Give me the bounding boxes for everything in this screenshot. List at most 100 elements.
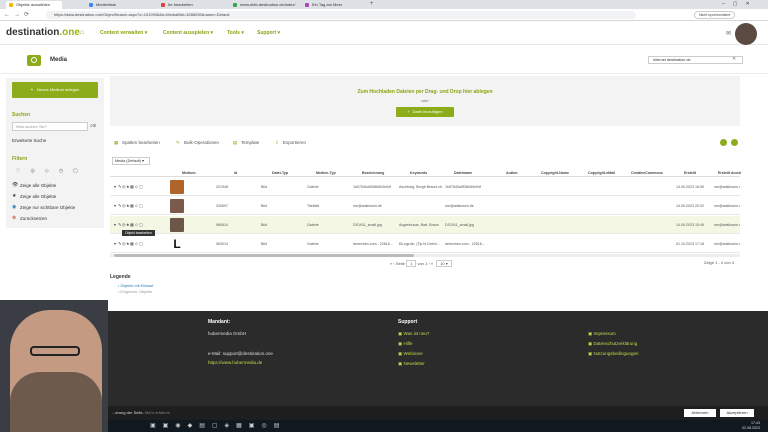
close-icon[interactable]: ✕ xyxy=(732,56,736,62)
brand-logo[interactable]: destination.one xyxy=(6,27,80,38)
footer-link[interactable]: ▣ Newsletter xyxy=(398,361,425,367)
cell-creator: me@adsilusen.de xyxy=(714,242,740,246)
scrollbar-thumb[interactable] xyxy=(114,254,414,257)
visible-icon: ◉ xyxy=(12,204,17,210)
view-select[interactable]: Media (Default) ▾ xyxy=(112,157,150,165)
per-page-select[interactable]: 10 ▾ xyxy=(436,260,452,267)
cookie-accept-button[interactable]: Akzeptieren xyxy=(720,409,754,417)
user-avatar[interactable] xyxy=(735,23,757,45)
column-header[interactable]: CreativeCommons xyxy=(631,171,663,175)
footer: hubermedia Hubermedia GmbH Gaheiplatz 5 … xyxy=(0,311,768,406)
browser-tab[interactable]: Medienliste xyxy=(86,1,148,9)
thumbnail-image[interactable] xyxy=(170,180,184,194)
nav-support[interactable]: Support ▾ xyxy=(257,30,280,36)
column-header[interactable]: Medien-Typ xyxy=(316,171,336,175)
chat-icon[interactable]: ✉ xyxy=(726,30,731,37)
window-controls[interactable]: –▢✕ xyxy=(722,1,758,7)
column-header[interactable]: Datei-Typ xyxy=(272,171,288,175)
home-icon[interactable]: ⌂ xyxy=(80,29,84,36)
filter-reset[interactable]: Zurücksetzen xyxy=(20,216,47,221)
thumbnail-image[interactable]: L xyxy=(170,237,184,251)
table-row[interactable]: ▾ ✎◎★▦☺▢ 321948 Bild Galerie 1b5754ba9f3… xyxy=(110,178,740,196)
search-icon[interactable]: ⌕⊗ xyxy=(90,123,96,129)
sidebar-search-input[interactable]: Was suchen Sie? xyxy=(12,122,88,131)
export-icon: ⇪ xyxy=(275,140,279,145)
collapse-icon[interactable] xyxy=(731,139,738,146)
browser-tab[interactable]: Ein Tag am Meer xyxy=(302,1,364,9)
column-header[interactable]: Author xyxy=(506,171,518,175)
footer-email[interactable]: e-Mail: support@destination.one xyxy=(208,351,273,356)
browser-tab[interactable]: Objekte auswählen xyxy=(6,1,62,9)
webcam-overlay xyxy=(0,300,108,432)
filter-item[interactable]: Zeige alle Objekte xyxy=(20,183,56,188)
new-tab-icon[interactable]: + xyxy=(370,1,374,7)
nav-arrows-icon[interactable]: ←→⟳ xyxy=(4,11,33,18)
plus-icon: + xyxy=(30,87,34,92)
browser-tab[interactable]: meta.ekliv.destination.de/index/ xyxy=(230,1,298,9)
plus-icon: + xyxy=(407,109,410,114)
export-button[interactable]: Exportieren xyxy=(283,140,306,145)
prev-page-icon[interactable]: ‹ xyxy=(393,261,394,266)
filter-item[interactable]: Zeige alle Objekte xyxy=(20,194,56,199)
browser-tab[interactable]: Ihr bearbeiten xyxy=(158,1,220,9)
cookie-reject-button[interactable]: Ablehnen xyxy=(684,409,716,417)
columns-icon: ▦ xyxy=(114,140,119,145)
global-search-input[interactable]: Internet destination.de xyxy=(648,56,743,64)
nav-content-verwalten[interactable]: Content verwalten ▾ xyxy=(100,30,147,36)
footer-link[interactable]: ▣ Hilfe xyxy=(398,341,413,347)
expand-icon[interactable] xyxy=(720,139,727,146)
table-row[interactable]: ▾ ✎◎★▦☺▢ 960814 Bild Galerie DS1911_smal… xyxy=(110,216,740,236)
footer-link[interactable]: ▣ Was ist neu? xyxy=(398,331,429,337)
add-file-button[interactable]: + Datei hinzufügen xyxy=(396,107,454,117)
page-input[interactable]: 1 xyxy=(406,260,417,267)
reset-icon: ⊗ xyxy=(12,215,17,221)
row-action-icons[interactable]: ▾ ✎◎★▦☺▢ xyxy=(114,184,143,189)
column-header[interactable]: Id xyxy=(234,171,237,175)
nav-content-ausspielen[interactable]: Content ausspielen ▾ xyxy=(163,30,213,36)
column-header[interactable]: Erstellt durch xyxy=(718,171,741,175)
tab-favicon-icon xyxy=(305,3,309,7)
footer-link[interactable]: https://www.hubermedia.de xyxy=(208,360,262,365)
filter-item[interactable]: Zeige nur sichtbare Objekte xyxy=(20,205,75,210)
sidebar: + Neues Medium anlegen Suchen Was suchen … xyxy=(6,78,104,228)
footer-link[interactable]: ▣ Nutzungsbedingungen xyxy=(588,351,639,357)
table-row[interactable]: ▾ ✎◎★▦☺▢ L 963014 Bild Galerie denechen.… xyxy=(110,235,740,253)
browser-tab-bar: Objekte auswählen Medienliste Ihr bearbe… xyxy=(0,0,768,9)
upload-dropzone[interactable]: Zum Hochladen Dateien per Drag- und Drop… xyxy=(110,76,740,126)
first-page-icon[interactable]: « xyxy=(390,261,392,266)
cookie-more-link[interactable]: Mehr erfahren xyxy=(145,410,170,415)
column-header[interactable]: Medium xyxy=(182,171,196,175)
footer-link[interactable]: ▣ Webinare xyxy=(398,351,423,357)
next-page-icon[interactable]: › xyxy=(428,261,429,266)
filter-heading: Filtern xyxy=(12,156,28,162)
column-header[interactable]: Erstellt xyxy=(684,171,696,175)
new-medium-button[interactable]: + Neues Medium anlegen xyxy=(12,82,98,98)
advanced-search-link[interactable]: Erweiterte Suche xyxy=(12,138,46,143)
filter-icons[interactable]: ♡◎◇◷▢ xyxy=(16,168,88,174)
table-row[interactable]: ▾ ✎◎★▦☺▢ 330697 Bild Titelbild me@adsilu… xyxy=(110,197,740,215)
taskbar-app-icons[interactable]: ▣▣◉◆▤▢◈▦▣◎▤ xyxy=(150,422,286,429)
thumbnail-image[interactable] xyxy=(170,218,184,232)
tab-favicon-icon xyxy=(161,3,165,7)
row-action-icons[interactable]: ▾ ✎◎★▦☺▢ xyxy=(114,203,143,208)
row-action-icons[interactable]: ▾ ✎◎★▦☺▢ xyxy=(114,222,143,227)
nav-tools[interactable]: Tools ▾ xyxy=(227,30,244,36)
row-action-icons[interactable]: ▾ ✎◎★▦☺▢ xyxy=(114,241,143,246)
footer-link[interactable]: ▣ Impressum xyxy=(588,331,616,337)
url-input[interactable]: https://data.destination.one/ObjectSearc… xyxy=(46,11,636,19)
sync-status-button[interactable]: Nicht synchronisiert xyxy=(694,11,736,19)
edit-columns-button[interactable]: Spalten bearbeiten xyxy=(122,140,160,145)
horizontal-scrollbar[interactable] xyxy=(110,254,740,257)
column-header[interactable]: Copyright-Name xyxy=(541,171,569,175)
last-page-icon[interactable]: » xyxy=(431,261,433,266)
bulk-operations-button[interactable]: Bulk-Operationen xyxy=(184,140,219,145)
tooltip: Objekt bearbeiten xyxy=(122,230,155,236)
column-header[interactable]: Copyright-eMail xyxy=(588,171,615,175)
column-header[interactable]: Bezeichnung xyxy=(362,171,384,175)
column-header[interactable]: Keywords xyxy=(410,171,427,175)
column-header[interactable]: Dateiname xyxy=(454,171,472,175)
thumbnail-image[interactable] xyxy=(170,199,184,213)
template-button[interactable]: Template xyxy=(241,140,259,145)
taskbar-clock[interactable]: 17:43 02.08.2023 xyxy=(742,421,760,431)
footer-link[interactable]: ▣ Datenschutzerklärung xyxy=(588,341,637,347)
